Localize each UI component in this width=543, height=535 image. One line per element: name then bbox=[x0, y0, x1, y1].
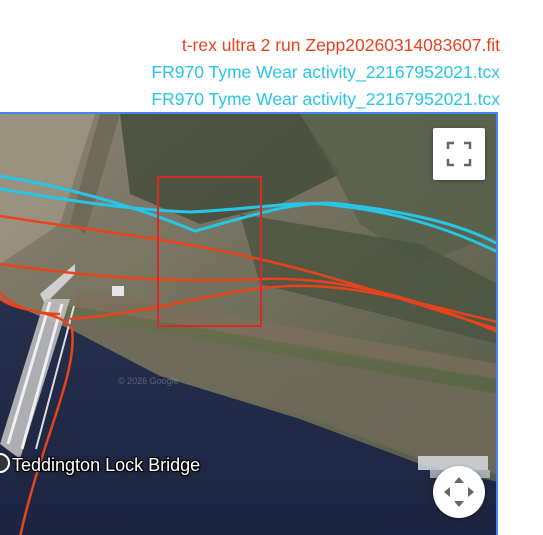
pan-control-button[interactable] bbox=[433, 466, 485, 518]
fullscreen-button[interactable] bbox=[433, 128, 485, 180]
place-label: Teddington Lock Bridge bbox=[12, 455, 201, 475]
track-legend: t-rex ultra 2 run Zepp20260314083607.fit… bbox=[151, 32, 500, 113]
fullscreen-icon bbox=[446, 141, 472, 167]
legend-track-fr970-1: FR970 Tyme Wear activity_22167952021.tcx bbox=[151, 62, 500, 82]
map-watermark: © 2026 Google bbox=[118, 376, 179, 386]
legend-track-zepp: t-rex ultra 2 run Zepp20260314083607.fit bbox=[181, 35, 500, 55]
legend-track-fr970-2: FR970 Tyme Wear activity_22167952021.tcx bbox=[151, 89, 500, 109]
pan-arrows-icon bbox=[444, 477, 474, 507]
map-view[interactable]: © 2026 Google Teddington Lock Bridge bbox=[0, 112, 498, 535]
